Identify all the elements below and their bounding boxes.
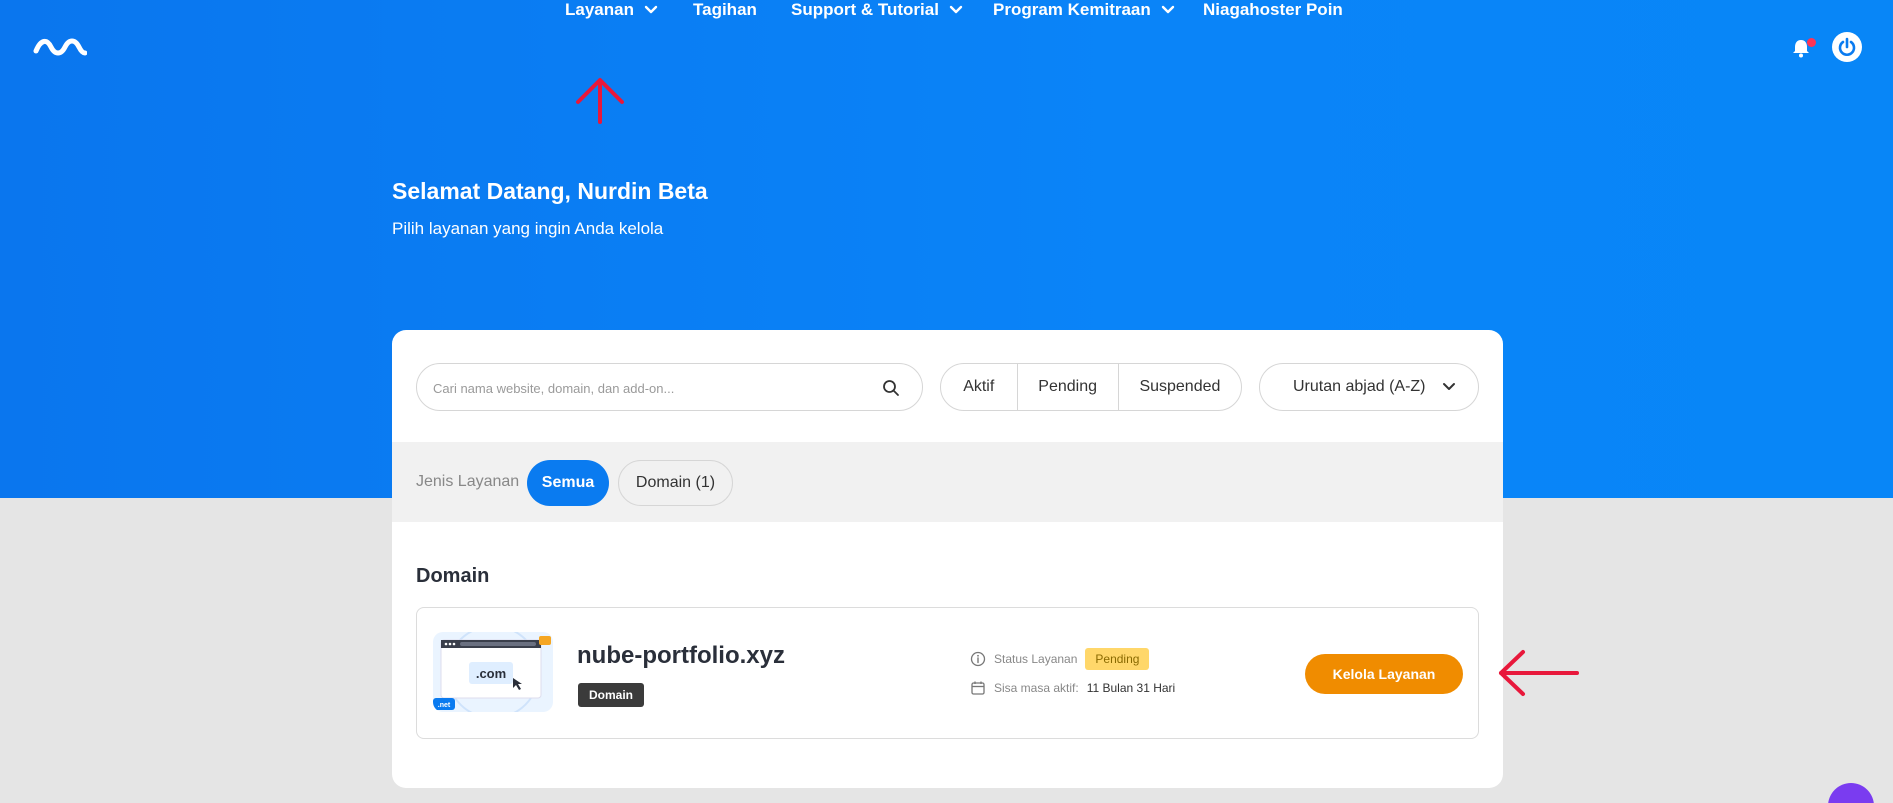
chevron-down-icon (1443, 383, 1455, 390)
service-name: nube-portfolio.xyz (577, 642, 785, 669)
info-circle-icon (970, 651, 986, 667)
calendar-icon (971, 681, 985, 695)
chevron-down-icon (949, 5, 963, 14)
search-icon[interactable] (882, 379, 900, 397)
expiry-label: Sisa masa aktif: (994, 681, 1079, 695)
nav-support-label: Support & Tutorial (791, 0, 939, 19)
notification-badge (1807, 38, 1816, 47)
welcome-title: Selamat Datang, Nurdin Beta (392, 178, 708, 204)
service-type-label: Jenis Layanan (416, 473, 520, 490)
account-button[interactable] (1832, 32, 1862, 62)
chevron-down-icon (1161, 5, 1174, 14)
nav-layanan-label: Layanan (565, 0, 634, 19)
power-icon (1838, 37, 1856, 56)
sort-dropdown[interactable]: Urutan abjad (A-Z) (1259, 363, 1479, 411)
filter-suspended[interactable]: Suspended (1119, 364, 1241, 410)
nav-poin-label: Niagahoster Poin (1203, 0, 1343, 19)
expiry-value: 11 Bulan 31 Hari (1086, 681, 1176, 695)
nav-program-label: Program Kemitraan (993, 0, 1151, 19)
thumb-net-text: .net (438, 702, 451, 709)
thumb-com-text: .com (476, 666, 506, 681)
type-all-pill[interactable]: Semua (527, 460, 609, 506)
chat-bubble-icon[interactable] (1828, 783, 1874, 803)
manage-service-button[interactable]: Kelola Layanan (1305, 654, 1463, 694)
type-domain-pill[interactable]: Domain (1) (618, 460, 733, 506)
niagahoster-logo[interactable] (33, 33, 87, 61)
sort-label: Urutan abjad (A-Z) (1293, 378, 1426, 395)
section-title: Domain (416, 565, 490, 587)
nav-program-kemitraan[interactable]: Program Kemitraan (993, 0, 1175, 20)
status-row: Status Layanan Pending (970, 648, 1150, 670)
status-badge: Pending (1085, 648, 1150, 670)
domain-illustration-icon: .com .net (433, 632, 551, 712)
nav-niagahoster-poin[interactable]: Niagahoster Poin (1203, 0, 1343, 20)
nav-support-tutorial[interactable]: Support & Tutorial (791, 0, 963, 20)
services-card: Aktif Pending Suspended Urutan abjad (A-… (392, 330, 1503, 788)
service-type-tag: Domain (578, 683, 645, 707)
nav-tagihan[interactable]: Tagihan (693, 0, 757, 20)
nav-layanan[interactable]: Layanan (565, 0, 658, 20)
filter-pending[interactable]: Pending (1018, 364, 1119, 410)
filter-aktif[interactable]: Aktif (941, 364, 1018, 410)
nav-tagihan-label: Tagihan (693, 0, 757, 19)
service-item: .com .net nube-portfolio.xyz Domain Stat… (416, 607, 1479, 739)
search-box (416, 363, 923, 411)
red-arrow-up-annotation (576, 78, 624, 124)
chevron-down-icon (644, 5, 658, 14)
welcome-subtitle: Pilih layanan yang ingin Anda kelola (392, 219, 664, 238)
red-arrow-left-annotation (1499, 650, 1579, 696)
status-filter-group: Aktif Pending Suspended (940, 363, 1242, 411)
status-label: Status Layanan (994, 652, 1078, 666)
service-type-bar: Jenis Layanan Semua Domain (1) (392, 442, 1503, 522)
domain-thumbnail: .com .net (433, 632, 553, 712)
expiry-row: Sisa masa aktif: 11 Bulan 31 Hari (970, 680, 1175, 696)
search-input[interactable] (433, 377, 863, 399)
